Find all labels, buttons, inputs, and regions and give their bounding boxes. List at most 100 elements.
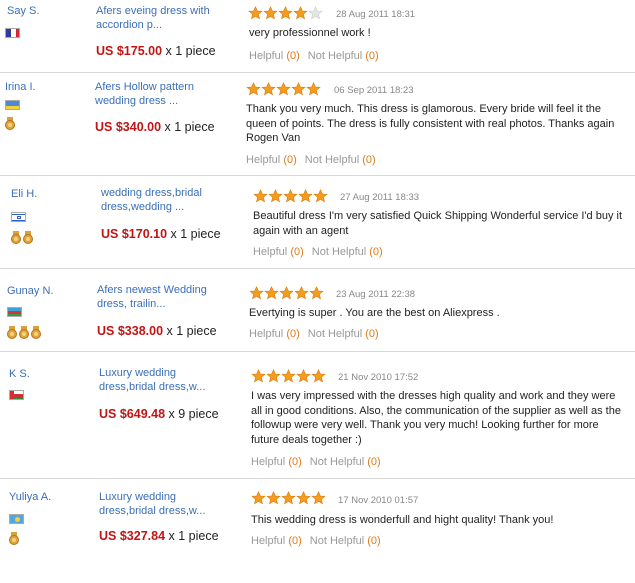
star-filled-icon [291,82,306,96]
star-filled-icon [298,189,313,203]
star-filled-icon [281,491,296,505]
not-helpful-button[interactable]: Not Helpful (0) [312,246,383,258]
helpful-button[interactable]: Helpful (0) [251,535,302,547]
quantity: x 1 piece [166,324,217,338]
price: US $170.10 [101,227,168,241]
product-link[interactable]: Afers eveing dress with accordion p... [96,4,226,32]
star-filled-icon [276,82,291,96]
feedback-row: Irina I. Afers Hollow pattern wedding dr… [0,73,635,173]
helpful-button[interactable]: Helpful (0) [253,246,304,258]
review-comment: Thank you very much. This dress is glamo… [246,103,615,144]
price: US $649.48 [99,407,166,421]
star-filled-icon [293,6,308,20]
helpful-button[interactable]: Helpful (0) [249,328,300,340]
buyer-name[interactable]: Gunay N. [7,285,53,297]
star-filled-icon [306,82,321,96]
price-line: US $175.00 x 1 piece [96,44,216,58]
helpful-button[interactable]: Helpful (0) [246,154,297,166]
medal-icon [11,231,21,244]
quantity: x 1 piece [165,44,216,58]
price: US $338.00 [97,324,164,338]
product-link[interactable]: Luxury wedding dress,bridal dress,w... [99,366,224,394]
buyer-name[interactable]: Irina I. [5,81,36,93]
review-date: 28 Aug 2011 18:31 [336,9,416,20]
price-line: US $170.10 x 1 piece [101,227,221,241]
not-helpful-button[interactable]: Not Helpful (0) [308,50,379,62]
medal-icon [23,231,33,244]
price: US $175.00 [96,44,163,58]
helpful-votes: Helpful (0) Not Helpful (0) [253,246,383,258]
review-comment: This wedding dress is wonderfull and hig… [251,514,554,526]
rating-stars [246,82,321,96]
star-filled-icon [311,369,326,383]
rating-stars [251,491,326,505]
azerbaijan-flag-icon [7,307,22,317]
star-filled-icon [296,369,311,383]
product-link[interactable]: Luxury wedding dress,bridal dress,w... [99,490,224,518]
star-filled-icon [248,6,263,20]
product-link[interactable]: Afers newest Wedding dress, trailin... [97,283,222,311]
star-filled-icon [296,491,311,505]
star-filled-icon [261,82,276,96]
product-link[interactable]: wedding dress,bridal dress,wedding ... [101,186,221,214]
rating-stars [251,369,326,383]
review-date: 06 Sep 2011 18:23 [334,85,414,96]
rating-stars [249,286,324,300]
price: US $327.84 [99,529,166,543]
star-filled-icon [266,491,281,505]
buyer-name[interactable]: Say S. [7,5,39,17]
star-filled-icon [266,369,281,383]
quantity: x 1 piece [164,120,215,134]
star-empty-icon [308,6,323,20]
star-filled-icon [309,286,324,300]
buyer-name[interactable]: Yuliya A. [9,491,51,503]
helpful-button[interactable]: Helpful (0) [251,456,302,468]
helpful-votes: Helpful (0) Not Helpful (0) [246,154,376,166]
medal-icon [5,117,15,130]
review-comment: very professionnel work ! [249,27,371,39]
medal-icon [7,326,17,339]
not-helpful-button[interactable]: Not Helpful (0) [310,456,381,468]
star-filled-icon [313,189,328,203]
not-helpful-button[interactable]: Not Helpful (0) [310,535,381,547]
star-filled-icon [253,189,268,203]
star-filled-icon [279,286,294,300]
oman-flag-icon [9,390,24,400]
review-comment: Beautiful dress I'm very satisfied Quick… [253,210,622,237]
kazakhstan-flag-icon [9,514,24,524]
rating-stars [253,189,328,203]
star-filled-icon [251,491,266,505]
rating-stars [248,6,323,20]
not-helpful-button[interactable]: Not Helpful (0) [308,328,379,340]
review-date: 21 Nov 2010 17:52 [338,372,419,383]
buyer-name[interactable]: K S. [9,368,30,380]
medal-icon [31,326,41,339]
quantity: x 1 piece [168,529,219,543]
helpful-button[interactable]: Helpful (0) [249,50,300,62]
star-filled-icon [264,286,279,300]
star-filled-icon [249,286,264,300]
feedback-row: Say S. Afers eveing dress with accordion… [0,0,635,70]
ukraine-flag-icon [5,100,20,110]
helpful-votes: Helpful (0) Not Helpful (0) [249,50,379,62]
medal-badges [9,532,19,545]
helpful-votes: Helpful (0) Not Helpful (0) [251,456,381,468]
feedback-row: Eli H. wedding dress,bridal dress,weddin… [0,176,635,266]
quantity: x 1 piece [170,227,221,241]
star-filled-icon [251,369,266,383]
review-date: 27 Aug 2011 18:33 [340,192,420,203]
medal-icon [19,326,29,339]
feedback-row: Yuliya A. Luxury wedding dress,bridal dr… [0,479,635,583]
review-comment: I was very impressed with the dresses hi… [251,390,621,446]
review-date: 23 Aug 2011 22:38 [336,289,416,300]
not-helpful-button[interactable]: Not Helpful (0) [305,154,376,166]
helpful-votes: Helpful (0) Not Helpful (0) [251,535,381,547]
review-comment: Evertying is super . You are the best on… [249,307,500,319]
medal-badges [7,326,41,339]
price-line: US $338.00 x 1 piece [97,324,217,338]
buyer-name[interactable]: Eli H. [11,188,37,200]
product-link[interactable]: Afers Hollow pattern wedding dress ... [95,80,220,108]
france-flag-icon [5,28,20,38]
helpful-votes: Helpful (0) Not Helpful (0) [249,328,379,340]
star-filled-icon [278,6,293,20]
